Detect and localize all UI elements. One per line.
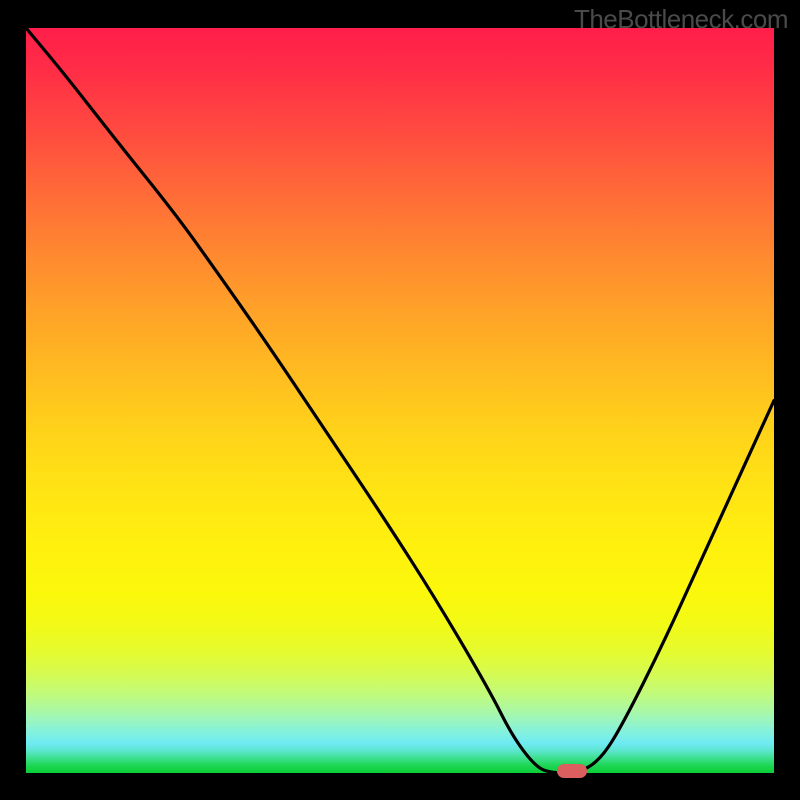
chart-plot-area: [26, 28, 774, 773]
optimal-point-marker: [557, 764, 587, 778]
bottleneck-curve: [26, 28, 774, 773]
watermark-text: TheBottleneck.com: [574, 4, 788, 35]
